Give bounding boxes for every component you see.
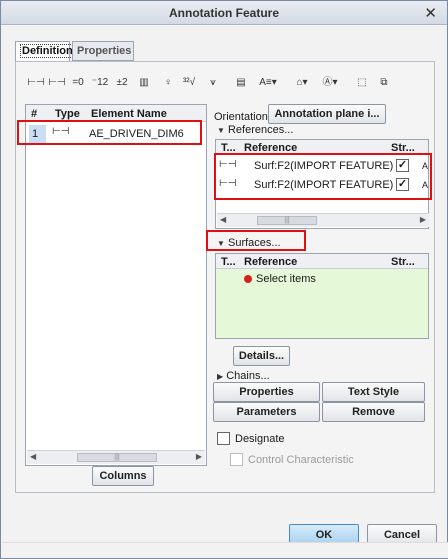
col-element-name[interactable]: Element Name [91,108,167,120]
scroll-left-icon[interactable]: ◀ [30,452,36,461]
annotation-feature-dialog: Annotation Feature ✕ Definition Properti… [0,0,448,559]
datum-target-icon[interactable]: ♀ [159,73,177,93]
close-icon[interactable]: ✕ [424,4,437,22]
references-label: References... [227,124,294,136]
orientation-label: Orientation [214,111,268,123]
col-type[interactable]: T... [221,256,236,268]
annotation-plane-button[interactable]: Annotation plane i... [268,104,386,124]
designate-checkbox[interactable] [217,432,230,445]
designate-label: Designate [235,433,285,445]
expand-right-icon: ▶ [217,372,224,381]
remove-button[interactable]: Remove [322,402,425,422]
col-strong[interactable]: Str... [391,256,415,268]
reference-dimension-icon[interactable]: =0 [69,73,87,93]
red-dot-icon [244,275,252,283]
frame-icon[interactable]: Ⓐ▾ [317,73,343,93]
details-button[interactable]: Details... [233,346,290,366]
select-items-prompt[interactable]: Select items [244,273,316,285]
scroll-left-icon[interactable]: ◀ [220,215,226,224]
control-characteristic-label: Control Characteristic [248,454,354,466]
horizontal-scrollbar[interactable]: ◀ ||| ▶ [27,450,205,464]
ordinate-dimension-icon[interactable]: ⊢⊣ [48,73,66,93]
datum-icon[interactable]: ▥ [135,73,153,93]
text-style-button[interactable]: Text Style [322,382,425,402]
properties-button[interactable]: Properties [213,382,320,402]
tolerance-icon[interactable]: ±2 [113,73,131,93]
horizontal-scrollbar[interactable]: ◀ ||| ▶ [217,213,429,227]
expand-down-icon: ▼ [217,126,225,135]
tab-properties[interactable]: Properties [72,41,134,61]
chains-expander[interactable]: ▶ Chains... [217,370,270,382]
col-number[interactable]: # [31,108,37,120]
surfaces-header: T... Reference Str... [216,254,428,269]
scroll-right-icon[interactable]: ▶ [196,452,202,461]
chains-label: Chains... [226,370,270,382]
note-icon[interactable]: ▤ [232,73,250,93]
status-bar [2,542,448,558]
symbol-icon[interactable]: ⌂▾ [289,73,315,93]
control-characteristic-checkbox[interactable] [230,453,243,466]
scroll-right-icon[interactable]: ▶ [420,215,426,224]
element-list: # Type Element Name 1 ⊢⊣ AE_DRIVEN_DIM6 … [25,104,207,466]
col-type[interactable]: Type [55,108,80,120]
col-reference[interactable]: Reference [244,256,297,268]
text-style-icon[interactable]: A≡▾ [255,73,281,93]
references-expander[interactable]: ▼ References... [217,124,293,136]
copy-icon[interactable]: ⧉ [375,73,393,93]
window-title: Annotation Feature [169,6,279,20]
title-bar: Annotation Feature ✕ [1,1,447,25]
surfaces-table[interactable]: T... Reference Str... Select items [215,253,429,339]
scroll-thumb[interactable]: ||| [257,216,317,225]
dimension-icon[interactable]: ⊢⊣ [27,73,45,93]
columns-button[interactable]: Columns [92,466,154,486]
parameters-button[interactable]: Parameters [213,402,320,422]
highlight-references [214,153,432,200]
weld-symbol-icon[interactable]: ⩛ [204,73,222,93]
highlight-surfaces [206,230,306,251]
baseline-icon[interactable]: ⁻12 [91,73,109,93]
surface-finish-icon[interactable]: ³²√ [180,73,198,93]
select-box-icon[interactable]: ⬚ [353,73,371,93]
scroll-thumb[interactable]: ||| [77,453,157,462]
tab-definition[interactable]: Definition [15,41,75,62]
highlight-element-row [17,120,202,145]
